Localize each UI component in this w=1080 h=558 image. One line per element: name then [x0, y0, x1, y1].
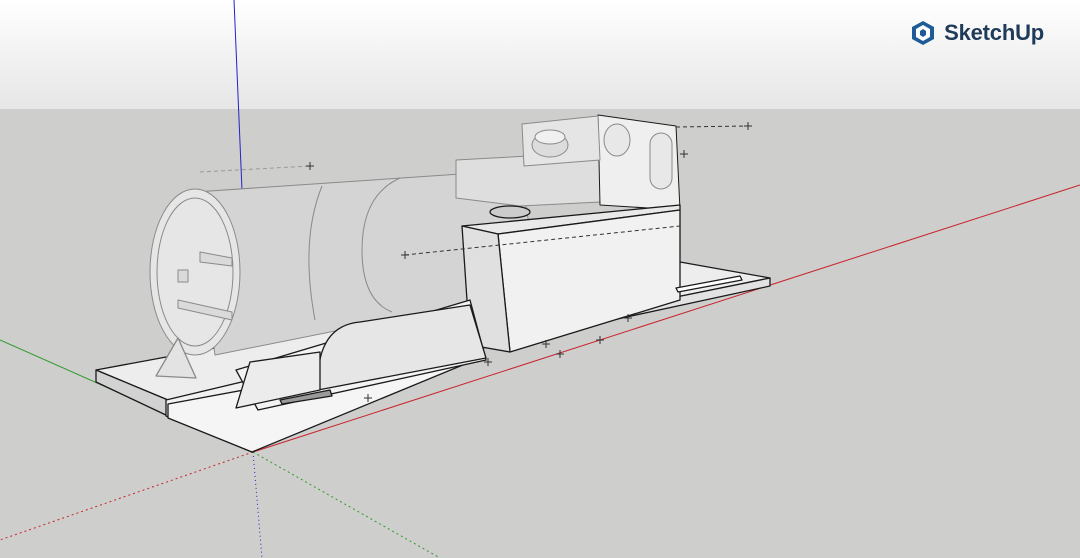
modeling-viewport[interactable]: SketchUp	[0, 0, 1080, 558]
scene-canvas[interactable]	[0, 0, 1080, 558]
green-axis-hidden	[252, 451, 441, 558]
brand-name: SketchUp	[944, 20, 1044, 45]
tank-filler-cap	[489, 205, 531, 219]
brand-badge: SketchUp	[910, 20, 1044, 46]
guide-line-3	[199, 165, 311, 173]
locomotive-model[interactable]	[95, 114, 771, 453]
smokebox-door	[149, 188, 241, 356]
cab-window-right	[649, 132, 673, 190]
sketchup-logo-icon	[912, 21, 935, 45]
blue-axis-hidden	[252, 451, 263, 558]
red-axis-hidden	[0, 451, 254, 541]
cab-window-left	[603, 123, 631, 157]
door-handle	[177, 269, 189, 283]
side-tank-front	[497, 209, 681, 353]
dome-cap	[534, 129, 566, 145]
cab	[455, 114, 681, 211]
guide-line-2	[675, 125, 749, 128]
